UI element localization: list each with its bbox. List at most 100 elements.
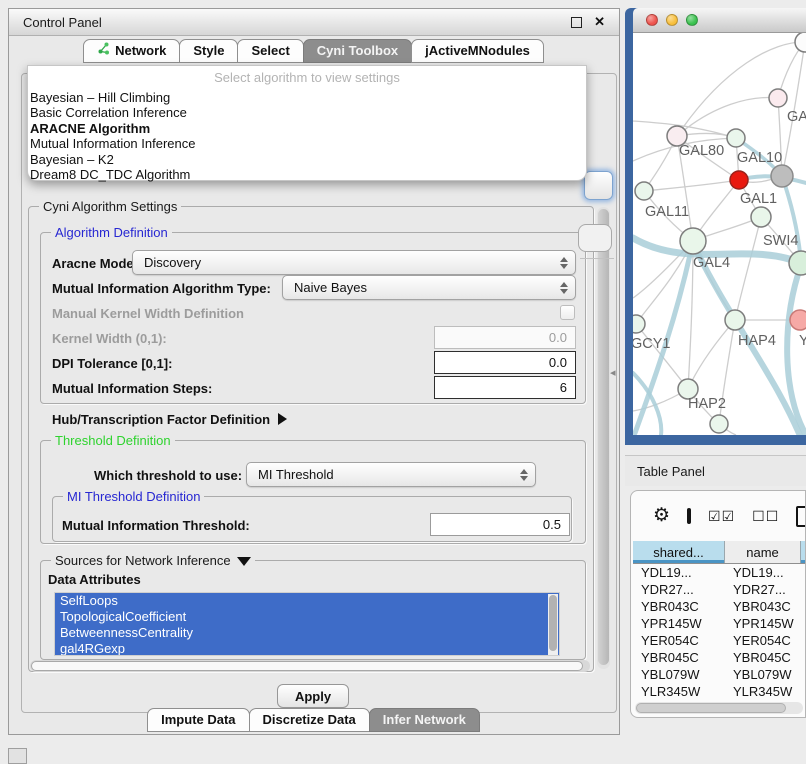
hide-columns-icon[interactable]: ☐☐	[752, 508, 779, 525]
tab-jactivemnodules[interactable]: jActiveMNodules	[411, 39, 544, 63]
table-cell: YBL079W	[725, 666, 801, 683]
network-node[interactable]	[751, 207, 771, 227]
network-node[interactable]	[710, 415, 728, 433]
hub-definition-expander[interactable]: Hub/Transcription Factor Definition	[52, 412, 287, 427]
which-threshold-value: MI Threshold	[258, 467, 334, 482]
network-window-titlebar[interactable]	[633, 8, 806, 33]
table-row[interactable]: YPR145WYPR145W9.	[633, 615, 806, 632]
tab-network[interactable]: Network	[83, 39, 180, 63]
kernel-width-field[interactable]: 0.0	[434, 326, 576, 349]
column-header[interactable]: name	[725, 541, 801, 563]
table-cell: YBL079W	[633, 666, 725, 683]
network-canvas[interactable]: GALGAL80GAL10GAL1GAL11SWI4GAL4GCY1HAP4YH…	[633, 33, 806, 435]
inference-algorithm-combo-fragment[interactable]	[584, 171, 613, 200]
which-threshold-select[interactable]: MI Threshold	[246, 462, 536, 487]
table-row[interactable]: YER054CYER054C8.	[633, 632, 806, 649]
algorithm-option[interactable]: Basic Correlation Inference	[28, 105, 586, 120]
bottom-tab-impute-data[interactable]: Impute Data	[147, 708, 249, 732]
network-node[interactable]	[725, 310, 745, 330]
network-view-window: GALGAL80GAL10GAL1GAL11SWI4GAL4GCY1HAP4YH…	[625, 8, 806, 445]
node-label: HAP4	[738, 333, 776, 349]
mi-threshold-definition-title: MI Threshold Definition	[63, 489, 204, 504]
data-attributes-list[interactable]: SelfLoopsTopologicalCoefficientBetweenne…	[54, 592, 560, 656]
table-horizontal-scrollbar[interactable]	[635, 702, 803, 714]
close-window-icon[interactable]	[646, 14, 658, 26]
network-node[interactable]	[727, 129, 745, 147]
network-node[interactable]	[633, 315, 645, 333]
table-toolbar: ⚙ ☑☑ ☐☐	[631, 497, 805, 535]
algorithm-option[interactable]: Bayesian – K2	[28, 152, 586, 167]
algorithm-option[interactable]: Mutual Information Inference	[28, 136, 586, 151]
node-label: GAL80	[679, 143, 724, 159]
tab-label: Select	[251, 40, 289, 62]
split-columns-icon[interactable]	[687, 508, 691, 524]
attribute-item[interactable]: TopologicalCoefficient	[55, 609, 559, 625]
table-cell: YDR27...	[633, 581, 725, 598]
mi-algorithm-type-select[interactable]: Naive Bayes	[282, 275, 576, 300]
settings-vertical-scrollbar[interactable]	[597, 207, 610, 669]
sources-expander[interactable]: Sources for Network Inference	[51, 553, 255, 568]
attribute-item[interactable]: BetweennessCentrality	[55, 625, 559, 641]
table-row[interactable]: YBR043CYBR043C	[633, 598, 806, 615]
aracne-mode-select[interactable]: Discovery	[132, 250, 576, 275]
float-window-icon[interactable]	[571, 17, 582, 28]
network-node[interactable]	[790, 310, 806, 330]
node-label: SWI4	[763, 233, 798, 249]
network-node[interactable]	[789, 251, 806, 275]
algorithm-option[interactable]: Bayesian – Hill Climbing	[28, 90, 586, 105]
manual-kernel-width-checkbox[interactable]	[560, 305, 575, 320]
table-panel-title: Table Panel	[625, 464, 705, 479]
algorithm-option[interactable]: ARACNE Algorithm	[28, 121, 586, 136]
table-row[interactable]: YLR345WYLR345W9.	[633, 683, 806, 700]
table-row[interactable]: YBL079WYBL079W	[633, 666, 806, 683]
close-panel-icon[interactable]: ✕	[594, 17, 605, 27]
network-node[interactable]	[730, 171, 748, 189]
network-node[interactable]	[795, 33, 806, 52]
dpi-tolerance-field[interactable]: 0.0	[434, 351, 576, 374]
table-row[interactable]: YDL19...YDL19...13	[633, 564, 806, 581]
network-node[interactable]	[769, 89, 787, 107]
tab-label: jActiveMNodules	[425, 40, 530, 62]
settings-horizontal-scrollbar[interactable]	[30, 660, 590, 672]
node-label: GAL11	[645, 204, 689, 220]
attribute-item[interactable]: SelfLoops	[55, 593, 559, 609]
expand-right-icon	[278, 413, 287, 425]
splitter-collapse-icon[interactable]: ◂	[610, 366, 616, 379]
tab-select[interactable]: Select	[237, 39, 303, 63]
algorithm-option[interactable]: Dream8 DC_TDC Algorithm	[28, 167, 586, 182]
network-edge[interactable]	[735, 217, 761, 320]
table-cell	[801, 666, 806, 683]
network-edge[interactable]	[677, 97, 778, 136]
mi-threshold-field[interactable]: 0.5	[430, 513, 570, 536]
mi-threshold-value: 0.5	[543, 517, 561, 532]
network-node[interactable]	[680, 228, 706, 254]
tab-cyni-toolbox[interactable]: Cyni Toolbox	[303, 39, 412, 63]
column-header[interactable]: shared...	[633, 541, 725, 563]
attribute-item[interactable]: gal4RGexp	[55, 641, 559, 656]
network-node[interactable]	[635, 182, 653, 200]
mi-steps-field[interactable]: 6	[434, 376, 576, 399]
zoom-window-icon[interactable]	[686, 14, 698, 26]
show-columns-icon[interactable]: ☑☑	[708, 508, 735, 525]
network-edge[interactable]	[782, 176, 801, 263]
attributes-scrollbar[interactable]	[548, 594, 558, 656]
table-row[interactable]: YDR27...YDR27...12	[633, 581, 806, 598]
network-edge[interactable]	[688, 320, 735, 389]
minimize-window-icon[interactable]	[666, 14, 678, 26]
network-edge[interactable]	[644, 180, 739, 191]
node-label: HAP2	[688, 396, 726, 412]
stepper-arrows-icon	[560, 257, 568, 269]
settings-gear-icon[interactable]: ⚙	[653, 506, 670, 526]
apply-button[interactable]: Apply	[277, 684, 349, 708]
tab-style[interactable]: Style	[179, 39, 238, 63]
hub-definition-label: Hub/Transcription Factor Definition	[52, 412, 270, 427]
bottom-tab-discretize-data[interactable]: Discretize Data	[249, 708, 370, 732]
table-cell: YPR145W	[633, 615, 725, 632]
column-header[interactable]: A	[801, 541, 806, 563]
table-cell: 9.	[801, 683, 806, 700]
table-cell: YBR045C	[725, 649, 801, 666]
network-node[interactable]	[771, 165, 793, 187]
bottom-tab-infer-network[interactable]: Infer Network	[369, 708, 480, 732]
export-table-icon[interactable]	[796, 506, 806, 527]
table-row[interactable]: YBR045CYBR045C9.	[633, 649, 806, 666]
